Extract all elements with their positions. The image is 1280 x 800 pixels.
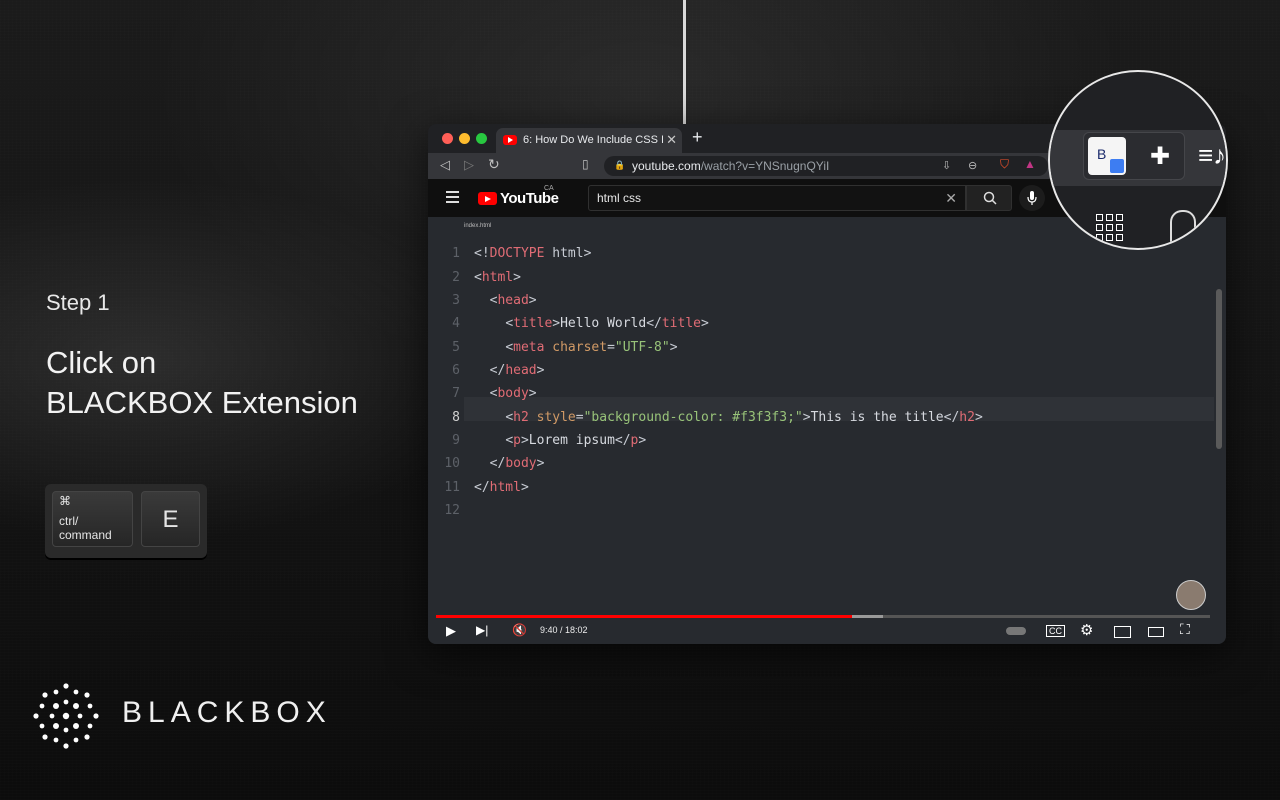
youtube-logo-text: YouTube: [500, 190, 559, 207]
progress-buffered: [851, 615, 883, 618]
video-time: 9:40 / 18:02: [540, 625, 588, 635]
extensions-puzzle-icon[interactable]: ✚: [1150, 142, 1170, 171]
e-key-label: E: [162, 506, 179, 533]
autoplay-toggle[interactable]: [1006, 627, 1026, 635]
tab-close-icon[interactable]: ✕: [666, 132, 677, 148]
install-icon[interactable]: ⇩: [942, 159, 951, 172]
address-bar[interactable]: 🔒 youtube.com/watch?v=YNSnugnQYiI ⇩ ⊖: [604, 156, 1048, 176]
next-icon[interactable]: ▶|: [476, 623, 488, 637]
mute-icon[interactable]: 🔇: [512, 623, 527, 637]
extension-magnifier: B ✚ ≡♪: [1048, 70, 1228, 250]
youtube-favicon-icon: [503, 135, 517, 145]
fullscreen-icon[interactable]: ⛶: [1180, 621, 1190, 638]
video-progress-bar[interactable]: [436, 615, 1210, 618]
blackbox-extension-button[interactable]: B: [1088, 137, 1126, 175]
theater-mode-icon[interactable]: [1148, 627, 1164, 637]
notifications-bell-icon[interactable]: [1170, 210, 1196, 242]
extension-badge-icon: [1110, 159, 1124, 173]
headline-line-2: BLACKBOX Extension: [46, 385, 358, 420]
code-line: </head>: [489, 363, 545, 378]
progress-played: [436, 615, 852, 618]
clear-search-icon[interactable]: ✕: [945, 190, 957, 207]
code-line: <html>: [474, 270, 521, 285]
code-line: <title>Hello World</title>: [505, 316, 709, 331]
zoom-icon[interactable]: ⊖: [968, 159, 977, 172]
line-number: 9: [452, 433, 460, 448]
apps-grid-icon[interactable]: [1096, 214, 1124, 242]
search-button[interactable]: [966, 185, 1012, 211]
miniplayer-icon[interactable]: [1114, 626, 1131, 638]
line-number: 3: [452, 293, 460, 308]
brand-name: BLACKBOX: [122, 696, 332, 729]
reload-icon[interactable]: ↻: [488, 156, 500, 173]
line-number: 10: [444, 456, 460, 471]
line-number: 7: [452, 386, 460, 401]
voice-search-button[interactable]: [1019, 185, 1045, 211]
command-key-label-line-2: command: [59, 528, 112, 542]
command-symbol: ⌘: [59, 494, 71, 508]
browser-tab[interactable]: 6: How Do We Include CSS In O ✕: [496, 128, 682, 153]
code-line: <p>Lorem ipsum</p>: [505, 433, 647, 448]
minimize-window-button[interactable]: [459, 133, 470, 144]
video-player[interactable]: index.html 1 2 3 4 5 6 7 8 9 10 11 12 <!…: [428, 217, 1226, 644]
url-path: /watch?v=YNSnugnQYiI: [700, 159, 830, 173]
back-icon[interactable]: ◁: [440, 157, 450, 173]
line-number: 1: [452, 246, 460, 261]
line-number: 5: [452, 340, 460, 355]
presenter-avatar: [1176, 580, 1206, 610]
new-tab-button[interactable]: +: [692, 127, 703, 148]
settings-icon[interactable]: ⚙: [1080, 621, 1093, 639]
code-line: </html>: [474, 480, 529, 495]
instruction-headline: Click on BLACKBOX Extension: [46, 343, 358, 423]
e-key: E: [141, 491, 200, 547]
blackbox-dots-icon: [33, 683, 99, 749]
search-icon: [983, 191, 997, 205]
line-number: 2: [452, 270, 460, 285]
line-number: 6: [452, 363, 460, 378]
step-label: Step 1: [46, 290, 110, 315]
keyboard-shortcut: ⌘ ctrl/ command E: [45, 484, 207, 558]
play-icon[interactable]: ▶: [446, 623, 456, 639]
tab-title: 6: How Do We Include CSS In O: [523, 134, 663, 146]
brave-rewards-icon[interactable]: ▲: [1024, 157, 1036, 171]
brave-shield-icon[interactable]: ⛉: [1000, 157, 1009, 172]
command-key-label-line-1: ctrl/: [59, 514, 79, 528]
code-line: <meta charset="UTF-8">: [505, 340, 678, 355]
youtube-play-icon: [478, 192, 497, 205]
close-window-button[interactable]: [442, 133, 453, 144]
line-number-current: 8: [452, 410, 460, 425]
youtube-search-input[interactable]: html css ✕: [588, 185, 966, 211]
code-line: <h2 style="background-color: #f3f3f3;">T…: [505, 410, 983, 425]
url-domain: youtube.com: [632, 159, 701, 173]
maximize-window-button[interactable]: [476, 133, 487, 144]
bookmark-icon[interactable]: ▯: [582, 157, 589, 171]
headline-line-1: Click on: [46, 345, 157, 380]
captions-icon[interactable]: CC: [1046, 625, 1065, 637]
country-code: CA: [544, 185, 554, 192]
lock-icon: 🔒: [614, 160, 626, 170]
forward-icon[interactable]: ▷: [464, 157, 474, 173]
code-line: <!DOCTYPE html>: [474, 246, 592, 261]
code-line: <head>: [489, 293, 537, 308]
editor-scrollbar[interactable]: [1216, 289, 1222, 449]
extensions-group: B ✚: [1083, 132, 1185, 180]
code-line: </body>: [489, 456, 545, 471]
line-number: 12: [444, 503, 460, 518]
pointer-line: [683, 0, 686, 125]
player-controls: ▶ ▶| 🔇 9:40 / 18:02 CC ⚙ ⛶: [428, 621, 1226, 643]
command-key-label: ctrl/ command: [59, 514, 129, 542]
command-key: ⌘ ctrl/ command: [52, 491, 133, 547]
line-number: 4: [452, 316, 460, 331]
address-url: youtube.com/watch?v=YNSnugnQYiI: [632, 159, 829, 173]
code-line: <body>: [489, 386, 537, 401]
menu-icon[interactable]: [446, 191, 459, 206]
line-number: 11: [444, 480, 460, 495]
editor-file-tab: index.html: [464, 223, 492, 229]
blackbox-logo: BLACKBOX: [30, 680, 350, 754]
microphone-icon: [1027, 191, 1037, 205]
blackbox-extension-icon: B: [1097, 146, 1107, 162]
search-query: html css: [597, 191, 642, 205]
queue-music-icon[interactable]: ≡♪: [1198, 140, 1226, 171]
